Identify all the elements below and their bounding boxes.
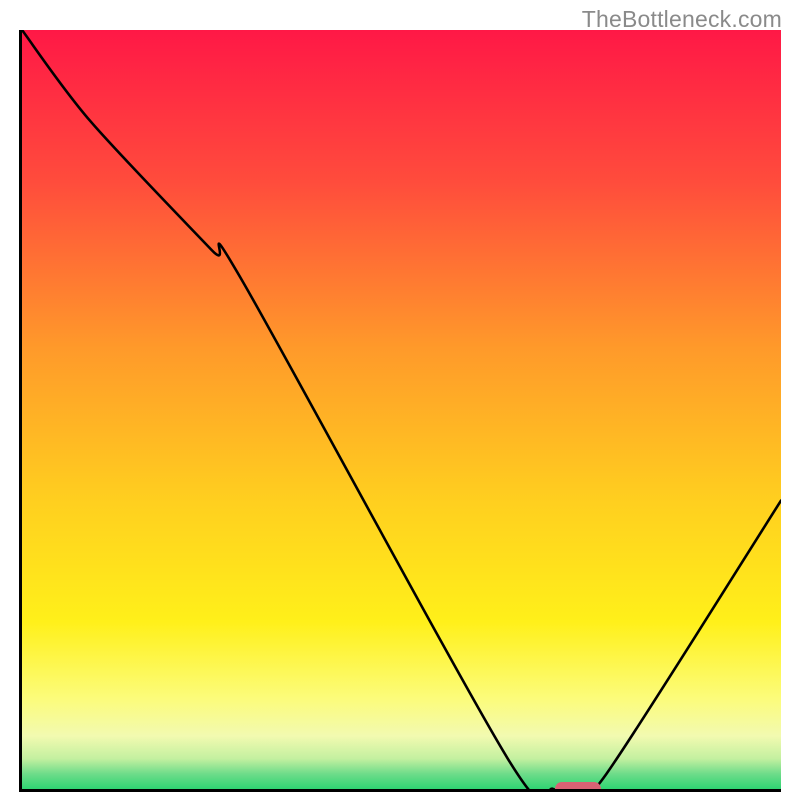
bottleneck-curve	[22, 30, 781, 789]
chart-container: TheBottleneck.com	[0, 0, 800, 800]
optimal-marker	[555, 782, 601, 792]
plot-area	[19, 30, 781, 792]
watermark-text: TheBottleneck.com	[582, 6, 782, 33]
